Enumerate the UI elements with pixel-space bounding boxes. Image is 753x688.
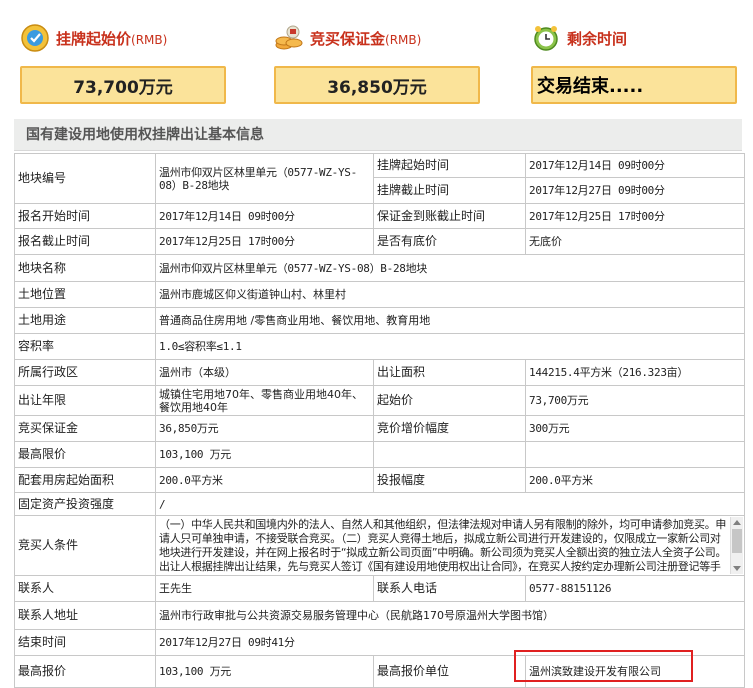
location-value: 温州市鹿城区仰义街道钟山村、林里村 xyxy=(155,281,745,308)
end-time-key: 结束时间 xyxy=(14,629,156,656)
table-row: 所属行政区 温州市（本级） 出让面积 144215.4平方米（216.323亩） xyxy=(14,359,745,386)
parcel-name-key: 地块名称 xyxy=(14,254,156,282)
parcel-no-value: 温州市仰双片区林里单元（0577-WZ-YS-08）B-28地块 xyxy=(155,153,374,204)
deposit-table-value: 36,850万元 xyxy=(155,415,374,442)
reg-end-key: 报名截止时间 xyxy=(14,228,156,255)
table-row: 土地位置 温州市鹿城区仰义街道钟山村、林里村 xyxy=(14,281,745,308)
term-value: 城镇住宅用地70年、零售商业用地40年、餐饮用地40年 xyxy=(155,385,374,416)
table-row: 报名开始时间 2017年12月14日 09时00分 保证金到账截止时间 2017… xyxy=(14,203,745,229)
deposit-deadline-key: 保证金到账截止时间 xyxy=(373,203,526,229)
table-row: 土地用途 普通商品住房用地 /零售商业用地、餐饮用地、教育用地 xyxy=(14,307,745,334)
top-bidder-highlight xyxy=(514,650,693,682)
list-start-value: 2017年12月14日 09时00分 xyxy=(525,153,745,178)
empty-cell xyxy=(373,441,526,468)
table-row: 地块名称 温州市仰双片区林里单元（0577-WZ-YS-08）B-28地块 xyxy=(14,254,745,282)
table-row: 固定资产投资强度 / xyxy=(14,492,745,516)
start-price-value: 73,700万元 xyxy=(20,66,226,104)
bidder-conditions-scrollbar[interactable] xyxy=(730,517,743,574)
table-row: 联系人 王先生 联系人电话 0577-88151126 xyxy=(14,575,745,602)
table-row: 报名截止时间 2017年12月25日 17时00分 是否有底价 无底价 xyxy=(14,228,745,255)
land-info-table: 地块编号 温州市仰双片区林里单元（0577-WZ-YS-08）B-28地块 挂牌… xyxy=(14,153,745,688)
scroll-up-arrow-icon[interactable] xyxy=(733,520,741,525)
area-key: 出让面积 xyxy=(373,359,526,386)
bidder-conditions-cell[interactable]: （一）中华人民共和国境内外的法人、自然人和其他组织，但法律法规对申请人另有限制的… xyxy=(155,515,745,576)
deposit-value: 36,850万元 xyxy=(274,66,480,104)
table-row: 竞买人条件 （一）中华人民共和国境内外的法人、自然人和其他组织，但法律法规对申请… xyxy=(14,515,745,576)
table-row: 竞买保证金 36,850万元 竞价增价幅度 300万元 xyxy=(14,415,745,442)
far-value: 1.0≤容积率≤1.1 xyxy=(155,333,745,360)
reg-start-value: 2017年12月14日 09时00分 xyxy=(155,203,374,229)
reg-start-key: 报名开始时间 xyxy=(14,203,156,229)
fixed-invest-value: / xyxy=(155,492,745,516)
far-key: 容积率 xyxy=(14,333,156,360)
bid-step-value: 200.0平方米 xyxy=(525,467,745,493)
land-use-key: 土地用途 xyxy=(14,307,156,334)
top-bidder-key: 最高报价单位 xyxy=(373,655,526,688)
district-value: 温州市（本级） xyxy=(155,359,374,386)
list-start-key: 挂牌起始时间 xyxy=(373,153,526,178)
table-row: 配套用房起始面积 200.0平方米 投报幅度 200.0平方米 xyxy=(14,467,745,493)
increment-value: 300万元 xyxy=(525,415,745,442)
district-key: 所属行政区 xyxy=(14,359,156,386)
table-row: 容积率 1.0≤容积率≤1.1 xyxy=(14,333,745,360)
location-key: 土地位置 xyxy=(14,281,156,308)
phone-key: 联系人电话 xyxy=(373,575,526,602)
alarm-clock-icon xyxy=(534,26,558,51)
table-row: 联系人地址 温州市行政审批与公共资源交易服务管理中心（民航路170号原温州大学图… xyxy=(14,601,745,630)
top-bid-key: 最高报价 xyxy=(14,655,156,688)
max-price-value: 103,100 万元 xyxy=(155,441,374,468)
money-bag-icon xyxy=(21,24,49,52)
start-price-unit: (RMB) xyxy=(131,32,168,47)
address-value: 温州市行政审批与公共资源交易服务管理中心（民航路170号原温州大学图书馆） xyxy=(155,601,745,630)
housing-area-value: 200.0平方米 xyxy=(155,467,374,493)
deposit-deadline-value: 2017年12月25日 17时00分 xyxy=(525,203,745,229)
bid-step-key: 投报幅度 xyxy=(373,467,526,493)
increment-key: 竞价增价幅度 xyxy=(373,415,526,442)
scroll-down-arrow-icon[interactable] xyxy=(733,566,741,571)
reserve-key: 是否有底价 xyxy=(373,228,526,255)
deposit-key: 竞买保证金 xyxy=(14,415,156,442)
scroll-thumb[interactable] xyxy=(732,529,742,553)
reserve-value: 无底价 xyxy=(525,228,745,255)
max-price-key: 最高限价 xyxy=(14,441,156,468)
top-bid-value: 103,100 万元 xyxy=(155,655,374,688)
table-row: 最高限价 103,100 万元 xyxy=(14,441,745,468)
auction-summary-header: 挂牌起始价(RMB) 73,700万元 竞买保证金(RMB) 36,850万元 xyxy=(0,0,753,112)
bidder-conditions-key: 竞买人条件 xyxy=(14,515,156,576)
deposit-unit: (RMB) xyxy=(385,32,422,47)
phone-value: 0577-88151126 xyxy=(525,575,745,602)
term-key: 出让年限 xyxy=(14,385,156,416)
remaining-time-label: 剩余时间 xyxy=(567,29,628,48)
empty-cell xyxy=(525,441,745,468)
deposit-label: 竞买保证金 xyxy=(310,29,386,48)
housing-area-key: 配套用房起始面积 xyxy=(14,467,156,493)
section-title: 国有建设用地使用权挂牌出让基本信息 xyxy=(14,119,742,151)
remaining-time-value: 交易结束..... xyxy=(531,66,737,104)
list-end-key: 挂牌截止时间 xyxy=(373,177,526,204)
start-price-label: 挂牌起始价 xyxy=(56,29,132,48)
start-price-stat: 挂牌起始价(RMB) 73,700万元 xyxy=(20,18,232,104)
parcel-name-value: 温州市仰双片区林里单元（0577-WZ-YS-08）B-28地块 xyxy=(155,254,745,282)
bidder-conditions-value: （一）中华人民共和国境内外的法人、自然人和其他组织，但法律法规对申请人另有限制的… xyxy=(159,517,727,573)
address-key: 联系人地址 xyxy=(14,601,156,630)
start-price-key: 起始价 xyxy=(373,385,526,416)
parcel-no-key: 地块编号 xyxy=(14,153,156,204)
contact-key: 联系人 xyxy=(14,575,156,602)
fixed-invest-key: 固定资产投资强度 xyxy=(14,492,156,516)
deposit-stat: 竞买保证金(RMB) 36,850万元 xyxy=(274,18,486,104)
table-row: 出让年限 城镇住宅用地70年、零售商业用地40年、餐饮用地40年 起始价 73,… xyxy=(14,385,745,416)
reg-end-value: 2017年12月25日 17时00分 xyxy=(155,228,374,255)
table-row: 地块编号 温州市仰双片区林里单元（0577-WZ-YS-08）B-28地块 挂牌… xyxy=(14,153,745,204)
land-use-value: 普通商品住房用地 /零售商业用地、餐饮用地、教育用地 xyxy=(155,307,745,334)
coins-icon xyxy=(275,25,303,50)
list-end-value: 2017年12月27日 09时00分 xyxy=(525,177,745,204)
area-value: 144215.4平方米（216.323亩） xyxy=(525,359,745,386)
start-price-table-value: 73,700万元 xyxy=(525,385,745,416)
contact-value: 王先生 xyxy=(155,575,374,602)
remaining-time-stat: 剩余时间 交易结束..... xyxy=(531,18,743,104)
